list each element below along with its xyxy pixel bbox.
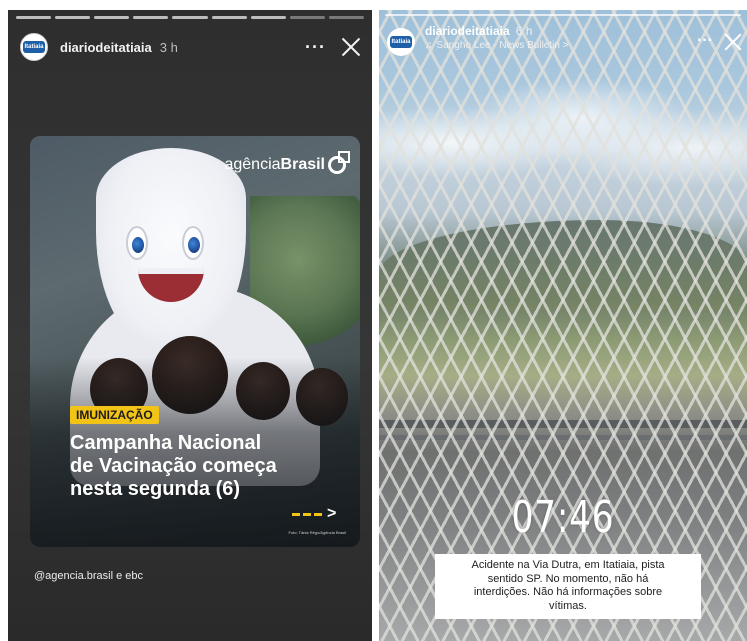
story-progress-bar <box>385 14 741 16</box>
username[interactable]: diariodeitatiaia <box>425 24 510 38</box>
username[interactable]: diariodeitatiaia <box>60 40 152 55</box>
chain-link-fence <box>379 10 747 641</box>
progress-segment <box>133 16 169 19</box>
close-icon[interactable] <box>340 36 362 58</box>
progress-segment <box>250 16 286 19</box>
avatar-logo: Itatiaia <box>390 36 412 48</box>
avatar[interactable]: Itatiaia <box>387 28 415 56</box>
progress-segment <box>289 16 325 19</box>
post-time: 6 h <box>515 24 533 38</box>
avatar[interactable]: Itatiaia <box>20 33 48 61</box>
logo-mark-icon <box>328 151 350 174</box>
caption-text: Acidente na Via Dutra, em Itatiaia, pist… <box>435 554 701 619</box>
category-tag: IMUNIZAÇÃO <box>70 406 159 424</box>
arrow-right-icon: > <box>292 506 336 522</box>
music-label: Sangho Lee · News Bulletin > <box>436 40 569 51</box>
more-options-icon[interactable]: ··· <box>697 32 713 50</box>
story-header: Itatiaia diariodeitatiaia 6 h ♫ Sangho L… <box>387 24 743 60</box>
progress-segment <box>211 16 247 19</box>
time-sticker: 07:46 <box>511 492 615 543</box>
headline: Campanha Nacional de Vacinação começa ne… <box>70 432 277 500</box>
music-note-icon: ♫ <box>425 40 433 51</box>
more-options-icon[interactable]: ··· <box>305 38 326 56</box>
story-header: Itatiaia diariodeitatiaia 3 h ··· <box>20 32 362 62</box>
mention-link[interactable]: @agencia.brasil e ebc <box>34 570 143 582</box>
progress-segment <box>172 16 208 19</box>
story-meta: diariodeitatiaia 6 h ♫ Sangho Lee · News… <box>425 24 569 51</box>
close-icon[interactable] <box>723 32 743 52</box>
progress-segment <box>94 16 130 19</box>
progress-segment <box>328 16 364 19</box>
photo-credit: Foto: Tânia Rêgo/Agência Brasil <box>288 530 346 535</box>
mascot-zé-gotinha <box>96 148 246 348</box>
music-attribution[interactable]: ♫ Sangho Lee · News Bulletin > <box>425 40 569 51</box>
avatar-logo: Itatiaia <box>23 41 45 53</box>
logo-text: agênciaBrasil <box>224 156 325 173</box>
mascot-mouth <box>138 268 204 302</box>
agencia-brasil-logo: agênciaBrasil <box>224 151 350 174</box>
story-right: Itatiaia diariodeitatiaia 6 h ♫ Sangho L… <box>379 10 747 641</box>
mascot-eye <box>182 226 204 260</box>
story-progress-bar <box>16 16 364 19</box>
progress-segment <box>55 16 91 19</box>
progress-segment <box>16 16 52 19</box>
post-time: 3 h <box>159 39 178 55</box>
shared-post-card[interactable]: agênciaBrasil IMUNIZAÇÃO Campanha Nacion… <box>30 136 360 547</box>
story-left: Itatiaia diariodeitatiaia 3 h ··· agênci… <box>8 10 372 641</box>
mascot-eye <box>126 226 148 260</box>
